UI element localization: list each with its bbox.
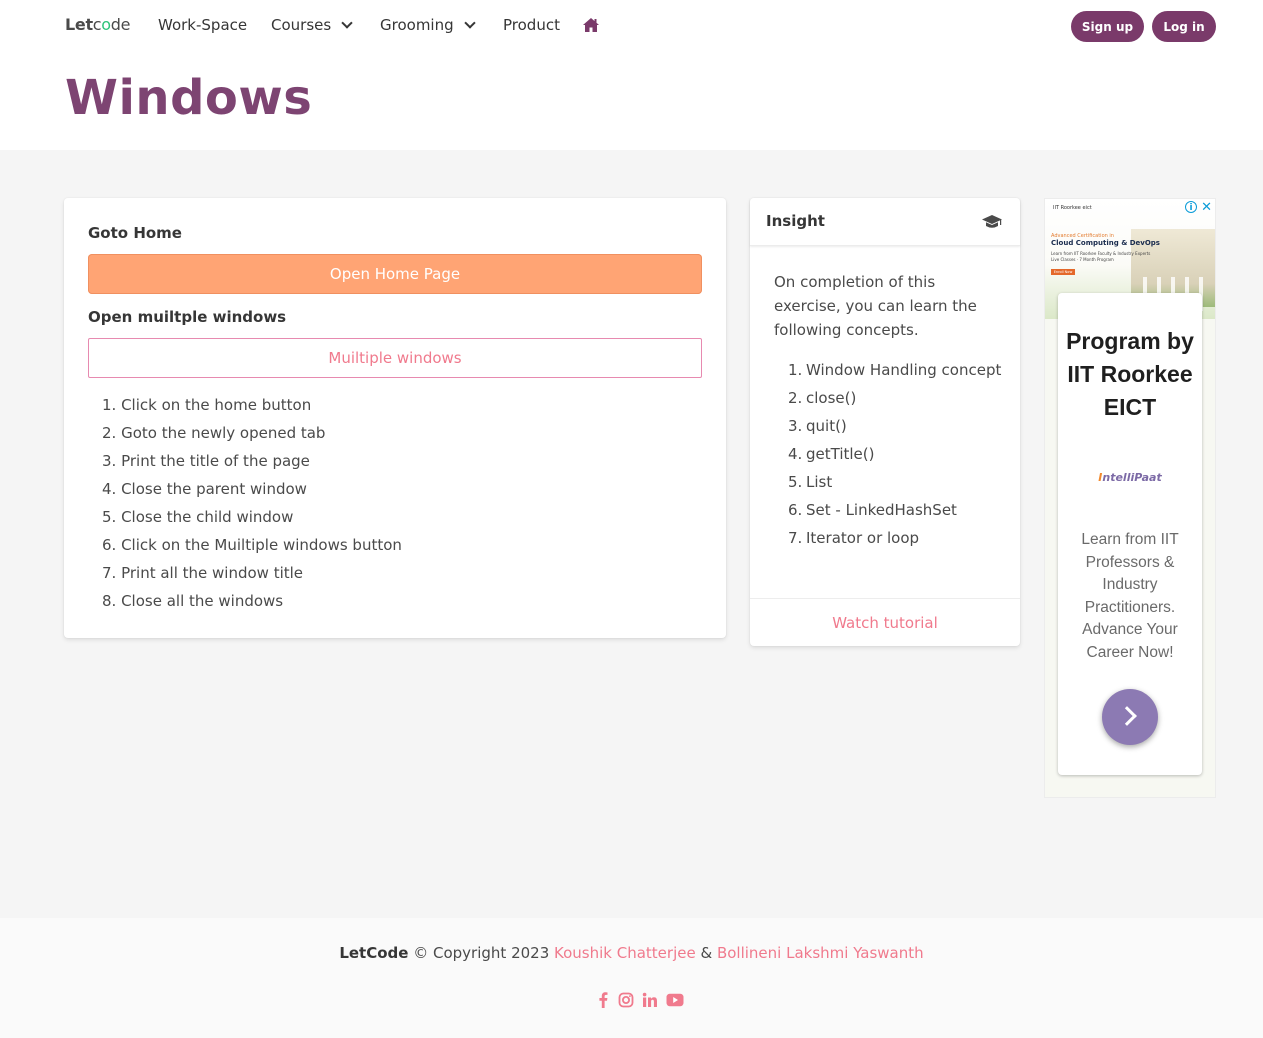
linkedin-icon[interactable] bbox=[642, 992, 658, 1008]
list-item: 6. Set - LinkedHashSet bbox=[788, 498, 1008, 522]
brand-code: code bbox=[93, 15, 131, 34]
insight-header: Insight bbox=[750, 198, 1020, 246]
multiple-windows-button[interactable]: Muiltiple windows bbox=[88, 338, 702, 378]
ad-headline: Program by IIT Roorkee EICT bbox=[1066, 328, 1194, 420]
list-number: 7. bbox=[788, 529, 803, 547]
nav-product-label: Product bbox=[503, 16, 560, 34]
chevron-right-icon bbox=[1117, 706, 1137, 726]
open-home-label: Open Home Page bbox=[329, 265, 461, 283]
footer-copyright: LetCode © Copyright 2023 Koushik Chatter… bbox=[0, 944, 1263, 962]
multiple-windows-label: Muiltiple windows bbox=[328, 349, 462, 367]
list-item: 5. List bbox=[788, 470, 1008, 494]
list-item: 5. Close the child window bbox=[102, 508, 294, 526]
watch-tutorial-link[interactable]: Watch tutorial bbox=[832, 614, 938, 632]
footer-amp: & bbox=[695, 944, 717, 962]
list-item: 6. Click on the Muiltiple windows button bbox=[102, 536, 402, 554]
graduation-cap-icon bbox=[982, 215, 1002, 228]
list-item: 1. Window Handling concept bbox=[788, 358, 1008, 382]
list-item: 2. close() bbox=[788, 386, 1008, 410]
list-number: 6. bbox=[788, 501, 803, 519]
list-text: Iterator or loop bbox=[806, 529, 920, 547]
list-item: 3. Print the title of the page bbox=[102, 452, 310, 470]
ad-close-icon[interactable]: ✕ bbox=[1201, 200, 1212, 215]
list-text: getTitle() bbox=[806, 445, 875, 463]
list-item: 1. Click on the home button bbox=[102, 396, 312, 414]
advertisement[interactable]: IIT Roorkee eict Advanced Certification … bbox=[1044, 198, 1216, 798]
list-text: close() bbox=[806, 389, 857, 407]
nav-courses-label: Courses bbox=[271, 16, 332, 34]
multi-windows-label: Open muiltple windows bbox=[88, 308, 287, 326]
nav-workspace-label: Work-Space bbox=[158, 16, 248, 34]
ad-cloud-text: Cloud Computing & DevOps bbox=[1051, 239, 1160, 247]
footer-brand: LetCode bbox=[339, 944, 409, 962]
nav-grooming-label: Grooming bbox=[380, 16, 454, 34]
footer: LetCode © Copyright 2023 Koushik Chatter… bbox=[0, 918, 1263, 1038]
youtube-icon[interactable] bbox=[666, 993, 684, 1007]
ad-enroll-button[interactable]: Enroll Now bbox=[1051, 269, 1075, 275]
steps-list: 1. Click on the home button 2. Goto the … bbox=[102, 394, 402, 618]
ad-next-button[interactable] bbox=[1102, 689, 1158, 745]
insight-description: On completion of this exercise, you can … bbox=[774, 273, 977, 339]
social-links bbox=[596, 992, 684, 1008]
brand-o: o bbox=[101, 15, 111, 34]
list-number: 5. bbox=[788, 473, 803, 491]
brand-rest: ntelliPaat bbox=[1102, 471, 1162, 484]
author-link-2[interactable]: Bollineni Lakshmi Yaswanth bbox=[717, 944, 924, 962]
goto-home-label: Goto Home bbox=[88, 224, 182, 242]
list-text: List bbox=[806, 473, 833, 491]
footer-copyright-text: © Copyright 2023 bbox=[408, 944, 555, 962]
ad-logos: IIT Roorkee eict bbox=[1053, 205, 1092, 211]
brand-logo[interactable]: Letcode bbox=[65, 15, 131, 34]
navbar: Letcode Work-Space Courses Grooming Prod… bbox=[0, 0, 1263, 52]
list-item: 7. Iterator or loop bbox=[788, 526, 1008, 550]
list-text: quit() bbox=[806, 417, 847, 435]
list-item: 2. Goto the newly opened tab bbox=[102, 424, 326, 442]
list-text: Set - LinkedHashSet bbox=[806, 501, 957, 519]
list-item: 3. quit() bbox=[788, 414, 1008, 438]
intellipaat-logo: IntelliPaat bbox=[1058, 471, 1202, 484]
insight-title: Insight bbox=[766, 212, 825, 230]
list-item: 4. getTitle() bbox=[788, 442, 1008, 466]
insight-card: Insight On completion of this exercise, … bbox=[750, 198, 1020, 646]
list-number: 1. bbox=[788, 361, 803, 379]
list-text: Window Handling concept bbox=[806, 361, 1002, 379]
login-button[interactable]: Log in bbox=[1152, 11, 1216, 42]
open-home-button[interactable]: Open Home Page bbox=[88, 254, 702, 294]
nav-courses[interactable]: Courses bbox=[271, 16, 353, 34]
page-title: Windows bbox=[65, 70, 313, 126]
list-item: 8. Close all the windows bbox=[102, 592, 284, 610]
ad-subtext: Learn from IIT Professors & Industry Pra… bbox=[1081, 531, 1179, 661]
instagram-icon[interactable] bbox=[618, 992, 634, 1008]
nav-grooming[interactable]: Grooming bbox=[380, 16, 476, 34]
list-item: 7. Print all the window title bbox=[102, 564, 304, 582]
exercise-card: Goto Home Open Home Page Open muiltple w… bbox=[64, 198, 726, 638]
login-label: Log in bbox=[1163, 19, 1205, 34]
list-number: 2. bbox=[788, 389, 803, 407]
brand-let: Let bbox=[65, 15, 93, 34]
home-icon[interactable] bbox=[582, 17, 600, 33]
signup-button[interactable]: Sign up bbox=[1071, 11, 1144, 42]
facebook-icon[interactable] bbox=[596, 992, 610, 1008]
chevron-down-icon bbox=[341, 16, 353, 29]
insight-footer: Watch tutorial bbox=[750, 598, 1020, 646]
ad-bullets: Learn from IIT Roorkee Faculty & Industr… bbox=[1051, 251, 1150, 263]
list-number: 4. bbox=[788, 445, 803, 463]
list-item: 4. Close the parent window bbox=[102, 480, 307, 498]
author-link-1[interactable]: Koushik Chatterjee bbox=[554, 944, 696, 962]
nav-product[interactable]: Product bbox=[503, 16, 560, 34]
nav-workspace[interactable]: Work-Space bbox=[158, 16, 247, 34]
list-number: 3. bbox=[788, 417, 803, 435]
ad-bullet: Live Classes · 7 Month Program bbox=[1051, 257, 1114, 262]
concepts-list: 1. Window Handling concept 2. close() 3. qu… bbox=[788, 358, 1008, 554]
chevron-down-icon bbox=[463, 16, 476, 29]
brand-de: de bbox=[110, 15, 131, 34]
ad-info-icon[interactable]: i bbox=[1185, 201, 1197, 213]
signup-label: Sign up bbox=[1081, 19, 1134, 34]
ad-card: Program by IIT Roorkee EICT IntelliPaat … bbox=[1058, 293, 1202, 775]
